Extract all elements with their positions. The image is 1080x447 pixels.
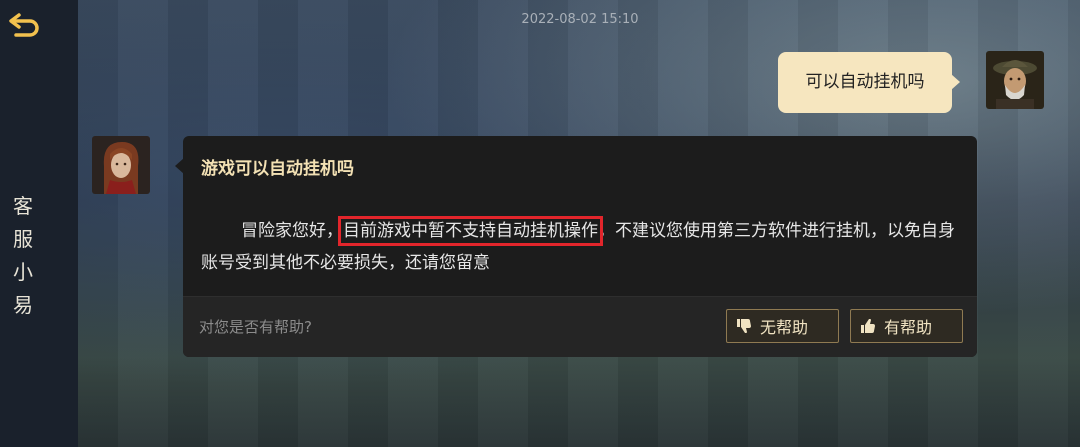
helpful-label: 有帮助 bbox=[884, 318, 933, 337]
reply-title: 游戏可以自动挂机吗 bbox=[201, 159, 354, 179]
user-avatar bbox=[986, 51, 1044, 109]
reply-body-prefix: 冒险家您好， bbox=[241, 221, 343, 241]
thumbs-up-icon bbox=[860, 318, 876, 334]
user-message-bubble: 可以自动挂机吗 bbox=[778, 52, 960, 113]
sidebar: 客服小易 bbox=[0, 0, 78, 447]
helpful-button[interactable]: 有帮助 bbox=[850, 309, 963, 343]
feedback-bar: 对您是否有帮助? 无帮助 有帮助 bbox=[183, 297, 977, 357]
feedback-question: 对您是否有帮助? bbox=[199, 318, 312, 336]
reply-body-highlight: 目前游戏中暂不支持自动挂机操作 bbox=[338, 216, 603, 246]
thumbs-down-icon bbox=[736, 318, 752, 334]
reply-card: 游戏可以自动挂机吗 冒险家您好，目前游戏中暂不支持自动挂机操作，不建议您使用第三… bbox=[175, 136, 977, 357]
agent-avatar bbox=[92, 136, 150, 194]
chat-title: 客服小易 bbox=[13, 194, 33, 317]
reply-body: 冒险家您好，目前游戏中暂不支持自动挂机操作，不建议您使用第三方软件进行挂机，以免… bbox=[201, 215, 961, 279]
not-helpful-label: 无帮助 bbox=[760, 318, 809, 337]
not-helpful-button[interactable]: 无帮助 bbox=[726, 309, 839, 343]
message-timestamp: 2022-08-02 15:10 bbox=[521, 12, 639, 27]
